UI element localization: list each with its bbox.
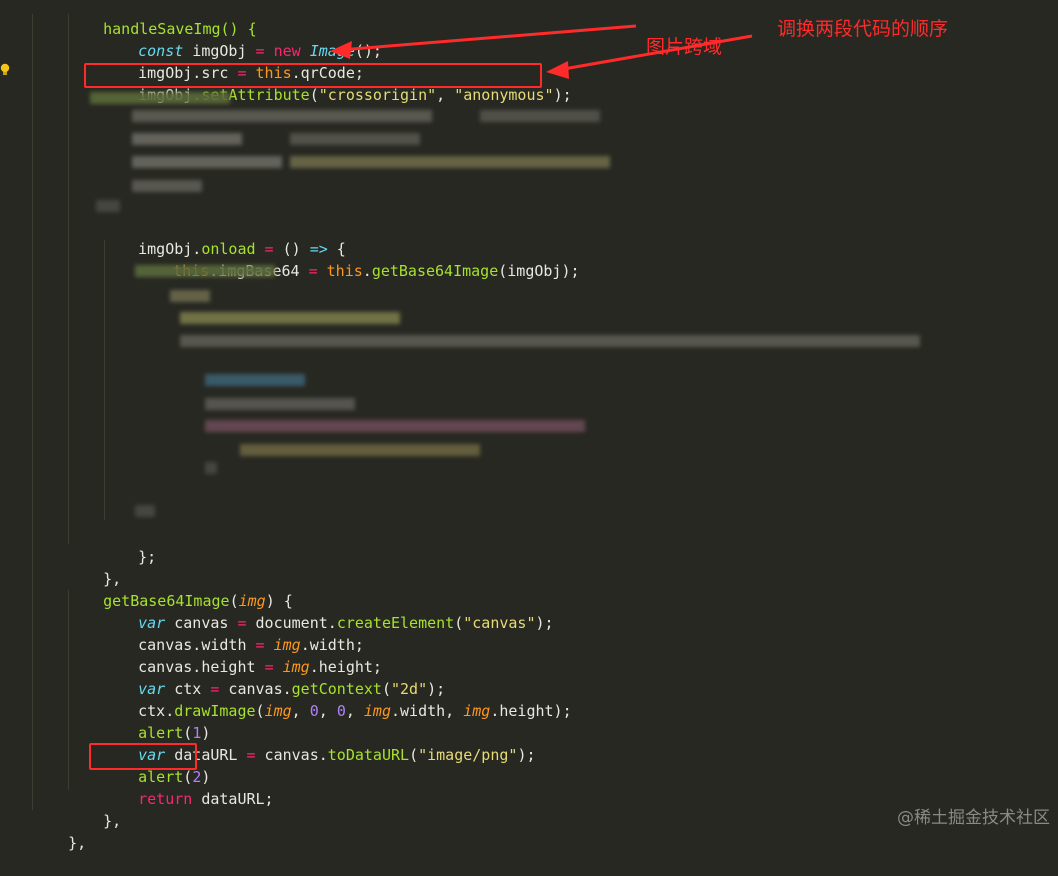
arrow-icon xyxy=(330,24,753,79)
annotation-swap-order: 调换两段代码的顺序 xyxy=(777,18,949,40)
code-editor[interactable]: handleSaveImg() { const imgObj = new Ima… xyxy=(0,0,1058,852)
watermark: @稀土掘金技术社区 xyxy=(897,808,1050,828)
annotation-cross-origin: 图片跨域 xyxy=(646,36,723,58)
punct-token: }, xyxy=(68,834,87,852)
